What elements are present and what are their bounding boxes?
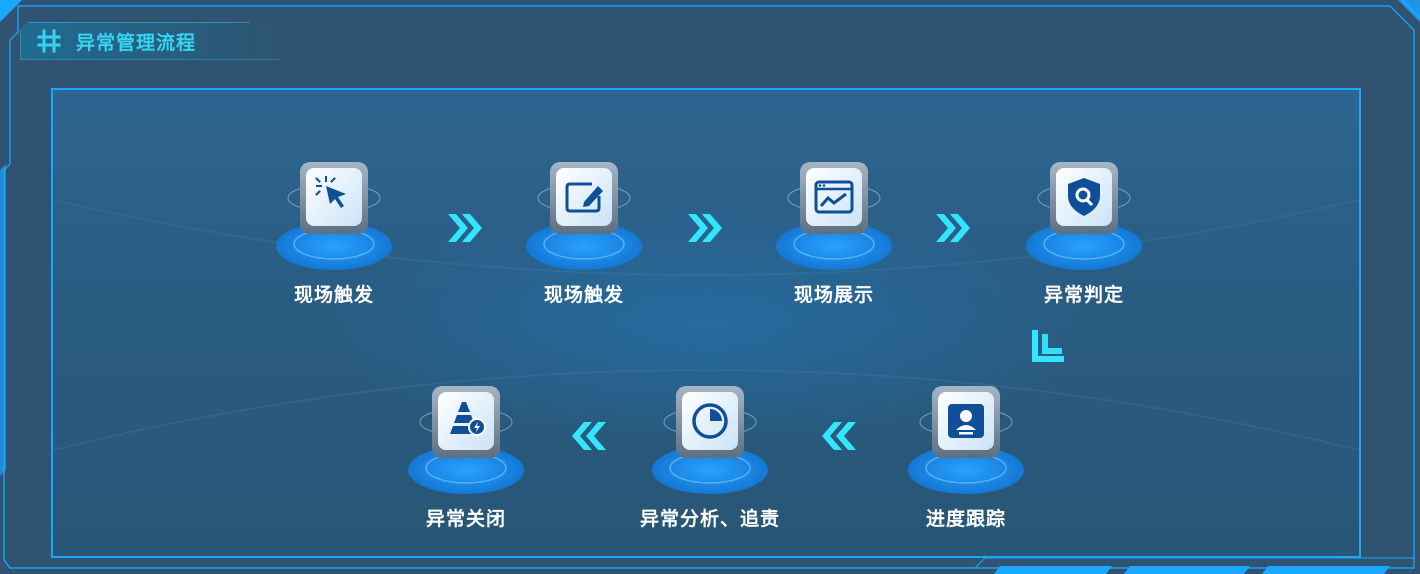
pyramid-alert-icon xyxy=(408,386,524,494)
edit-window-icon xyxy=(526,162,642,270)
chart-window-icon xyxy=(776,162,892,270)
double-chevron-left-icon xyxy=(572,422,606,450)
section-title: 异常管理流程 xyxy=(76,31,197,54)
hash-icon xyxy=(37,29,61,53)
flow-step-3[interactable]: 现场展示 xyxy=(754,160,914,306)
double-chevron-right-icon xyxy=(448,214,482,242)
flow-step-6[interactable]: 异常分析、追责 xyxy=(630,384,790,530)
double-chevron-right-icon xyxy=(688,214,722,242)
flow-step-2[interactable]: 现场触发 xyxy=(504,160,664,306)
flow-step-label: 现场触发 xyxy=(543,284,624,306)
shield-search-icon xyxy=(1026,162,1142,270)
flow-step-1[interactable]: 现场触发 xyxy=(254,160,414,306)
flow-step-label: 异常分析、追责 xyxy=(639,508,780,530)
flow-step-label: 异常判定 xyxy=(1043,284,1124,306)
flow-step-label: 现场触发 xyxy=(293,284,374,306)
flow-step-7[interactable]: 异常关闭 xyxy=(386,384,546,530)
flow-step-label: 异常关闭 xyxy=(425,508,506,530)
flow-step-label: 现场展示 xyxy=(793,284,874,306)
flow-step-4[interactable]: 异常判定 xyxy=(1004,160,1164,306)
cursor-click-icon xyxy=(276,162,392,270)
double-chevron-down-left-icon xyxy=(1032,330,1064,362)
double-chevron-right-icon xyxy=(936,214,970,242)
flow-step-5[interactable]: 进度跟踪 xyxy=(886,384,1046,530)
double-chevron-left-icon xyxy=(822,422,856,450)
person-card-icon xyxy=(908,386,1024,494)
pie-chart-icon xyxy=(652,386,768,494)
flow-step-label: 进度跟踪 xyxy=(925,508,1006,530)
section-header: 异常管理流程 xyxy=(20,22,290,60)
